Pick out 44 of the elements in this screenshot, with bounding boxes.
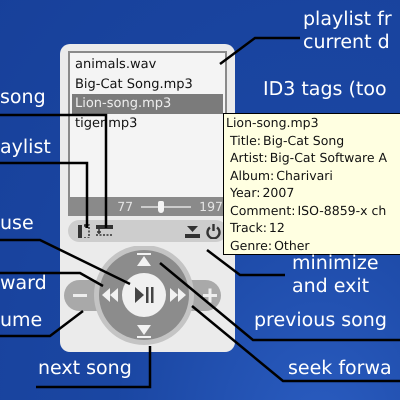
callout-label: ward xyxy=(0,272,47,295)
tooltip-title: Lion-song.mp3 xyxy=(226,114,320,132)
next-song-icon[interactable] xyxy=(137,325,151,338)
previous-song-icon[interactable] xyxy=(137,253,151,266)
tag-value: 2007 xyxy=(262,184,294,202)
volume-up-icon[interactable] xyxy=(202,287,218,304)
playlist-item[interactable]: animals.wav xyxy=(72,55,223,74)
tag-value: 12 xyxy=(268,219,285,236)
callout-label: current d xyxy=(303,31,391,54)
tag-value: Charivari xyxy=(276,166,333,184)
tag-value: ISO-8859-x ch xyxy=(297,202,386,219)
playlist-bar-icon[interactable] xyxy=(96,225,113,237)
tag-label: Album: xyxy=(230,166,274,184)
tag-label: Year: xyxy=(230,184,260,202)
add-to-playlist-icon[interactable] xyxy=(78,224,90,238)
callout-label: song xyxy=(0,86,46,109)
play-pause-button[interactable] xyxy=(122,273,166,317)
callout-label: next song xyxy=(38,357,132,380)
callout-label: use xyxy=(0,212,34,235)
callout-label: minimize xyxy=(292,252,379,275)
slider-thumb[interactable] xyxy=(158,200,164,212)
callout-label: seek forwa xyxy=(288,357,392,380)
position-start: 77 xyxy=(117,199,134,214)
tag-value: Big-Cat Software A xyxy=(270,149,388,166)
callout-label: ID3 tags (too xyxy=(263,78,387,101)
fast-forward-icon[interactable] xyxy=(170,288,186,302)
callout-label: previous song xyxy=(254,309,387,332)
tag-label: Artist: xyxy=(230,149,268,166)
tag-label: Track: xyxy=(230,219,267,236)
minimize-icon[interactable] xyxy=(185,224,200,238)
tag-label: Genre: xyxy=(230,236,272,254)
position-end: 197 xyxy=(199,199,223,214)
tag-label: Comment: xyxy=(230,202,296,219)
playlist-item[interactable]: Big-Cat Song.mp3 xyxy=(72,74,223,94)
callout-label: aylist xyxy=(0,136,51,159)
callout-label: and exit xyxy=(292,275,370,298)
tag-value: Other xyxy=(274,236,310,254)
callout-label: ume xyxy=(0,309,42,332)
playlist-item[interactable]: Lion-song.mp3 xyxy=(72,94,223,114)
tag-value: Big-Cat Song xyxy=(263,132,344,149)
rewind-icon[interactable] xyxy=(102,288,118,302)
power-icon[interactable] xyxy=(206,223,221,239)
tag-label: Title: xyxy=(230,132,261,149)
callout-label: playlist fr xyxy=(303,8,392,31)
